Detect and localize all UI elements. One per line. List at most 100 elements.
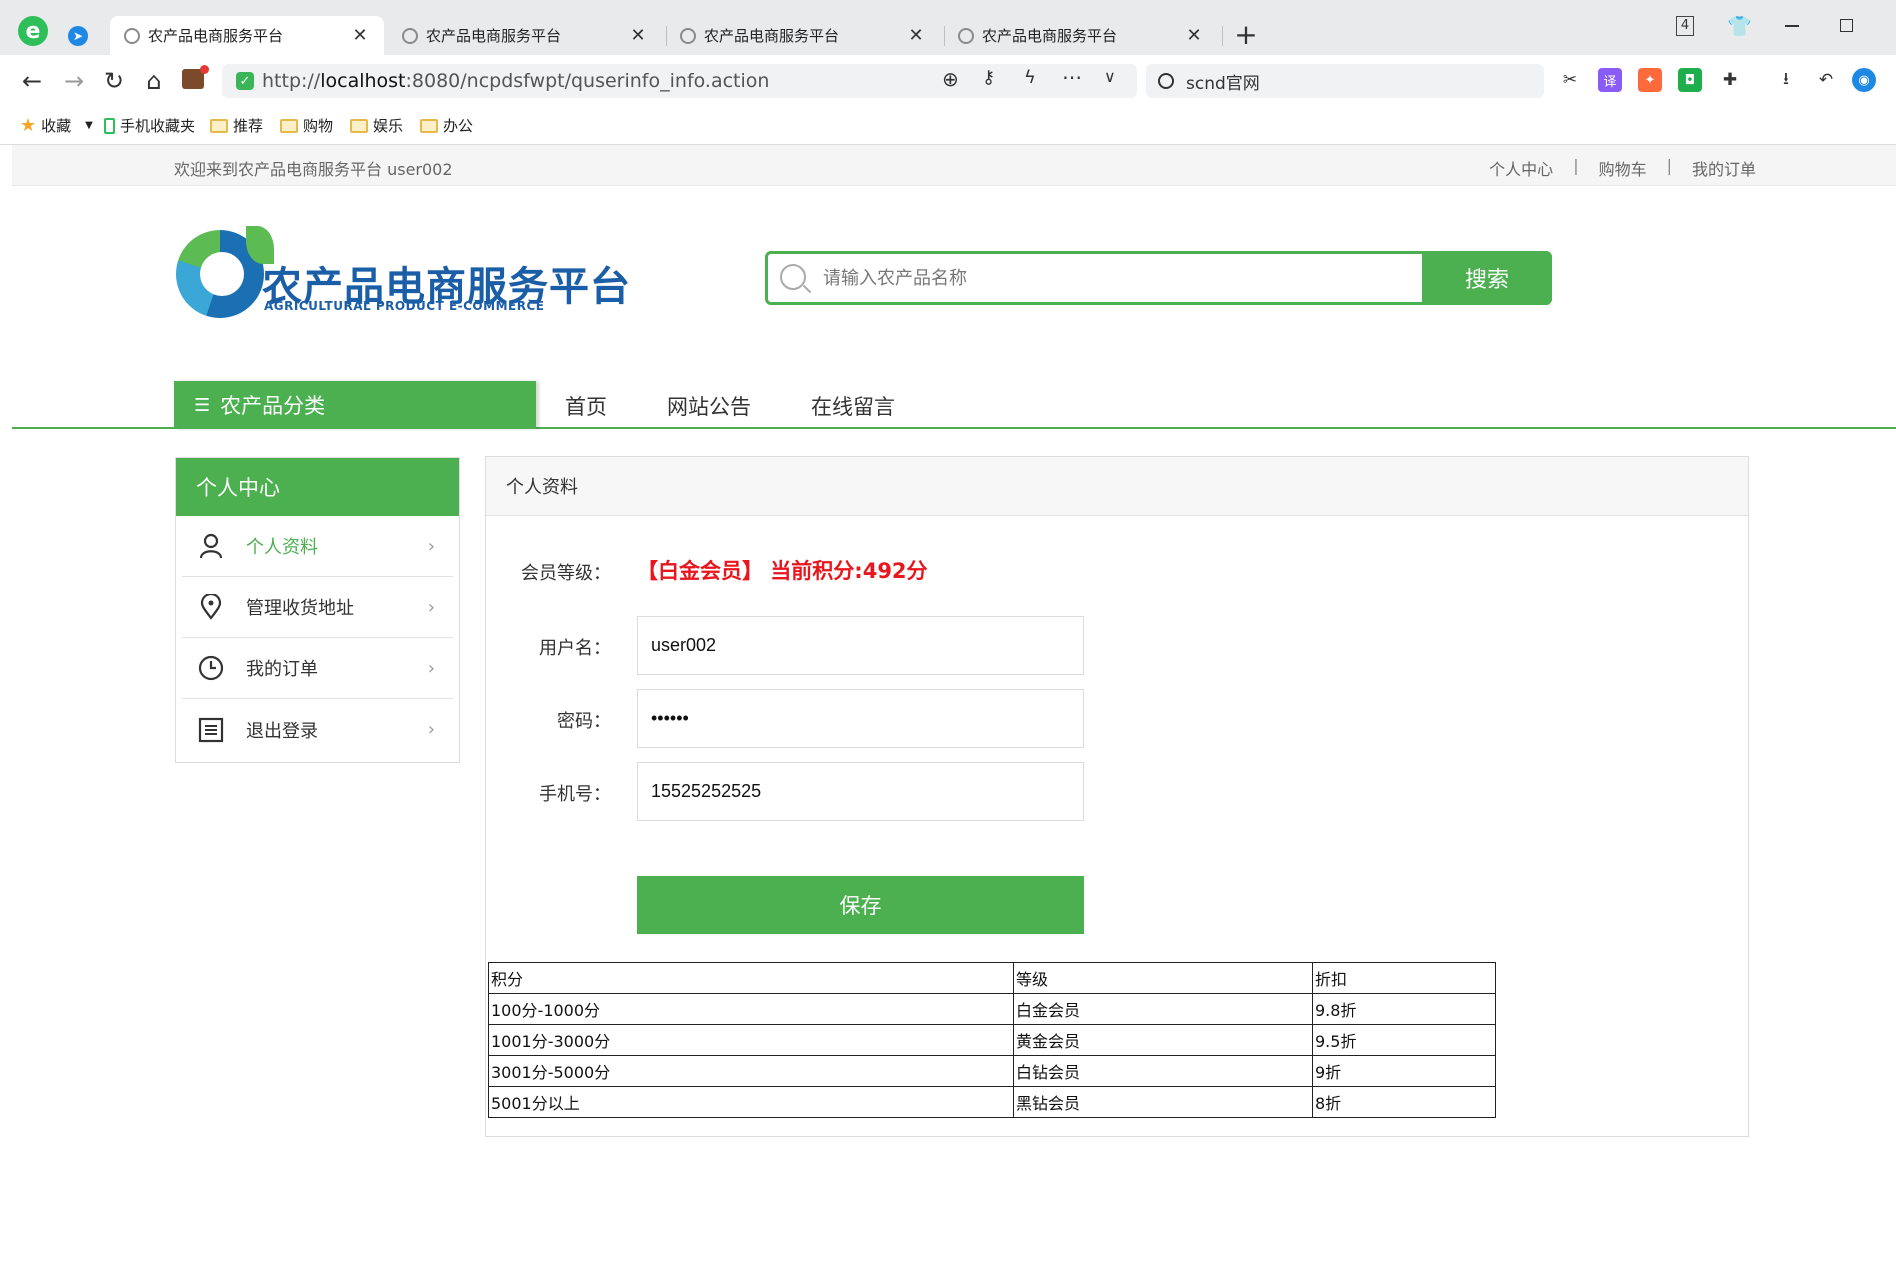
main-nav: ☰ 农产品分类 首页 网站公告 在线留言 — [12, 381, 1896, 429]
url-host: localhost — [320, 70, 406, 92]
category-menu-label: 农产品分类 — [220, 394, 326, 418]
new-tab-button[interactable]: + — [1232, 18, 1260, 51]
save-button[interactable]: 保存 — [637, 876, 1084, 934]
sidebar-item-profile[interactable]: 个人资料 › — [182, 516, 453, 577]
tab-title: 农产品电商服务平台 — [426, 27, 562, 45]
phone-field[interactable] — [637, 762, 1084, 821]
download-icon[interactable]: ⭳ — [1774, 68, 1798, 92]
send-icon[interactable]: ➤ — [68, 26, 88, 46]
sidebar-item-orders[interactable]: 我的订单 › — [182, 638, 453, 699]
browser-toolbar: ← → ↻ ⌂ ✓ http://localhost:8080/ncpdsfwp… — [0, 55, 1896, 107]
scissors-icon[interactable]: ✂ — [1558, 68, 1582, 92]
bookmark-folder[interactable]: 办公 — [420, 115, 473, 136]
table-cell: 3001分-5000分 — [488, 1055, 1014, 1087]
maximize-icon[interactable] — [1840, 19, 1853, 32]
sidebar-item-label: 管理收货地址 — [246, 598, 354, 619]
reload-icon[interactable]: ↻ — [100, 67, 128, 95]
sidebar-item-label: 个人资料 — [246, 537, 318, 558]
undo-icon[interactable]: ↶ — [1814, 68, 1838, 92]
search-icon — [1158, 73, 1174, 89]
star-icon: ★ — [20, 115, 37, 136]
browser-tab[interactable]: 农产品电商服务平台 ✕ — [388, 16, 662, 55]
table-cell: 5001分以上 — [488, 1086, 1014, 1118]
username-label: 用户名： — [539, 638, 611, 659]
nav-link-home[interactable]: 首页 — [565, 391, 607, 421]
bookmark-label: 娱乐 — [373, 117, 404, 135]
close-icon[interactable]: ✕ — [1184, 25, 1204, 46]
caret-down-icon[interactable]: ▼ — [85, 120, 93, 131]
url-bar[interactable]: ✓ http://localhost:8080/ncpdsfwpt/quseri… — [222, 64, 1137, 98]
account-icon[interactable]: ◉ — [1852, 68, 1876, 92]
globe-icon — [402, 27, 418, 44]
table-header-row: 积分 等级 折扣 — [488, 962, 1496, 994]
notification-dot — [200, 65, 209, 74]
url-prefix: http:// — [262, 70, 321, 92]
shield-icon: ✓ — [236, 72, 254, 90]
site-top-strip: 欢迎来到农产品电商服务平台 user002 个人中心 | 购物车 | 我的订单 — [12, 145, 1896, 186]
sidebar-item-label: 退出登录 — [246, 720, 318, 742]
bookmark-folder[interactable]: 推荐 — [210, 115, 263, 136]
close-icon[interactable]: ✕ — [906, 25, 926, 46]
lightning-icon[interactable]: ϟ — [1024, 67, 1036, 88]
search-button[interactable]: 搜索 — [1422, 251, 1552, 305]
folder-icon — [420, 118, 438, 133]
bookmarks-bar: ★ 收藏 ▼ 手机收藏夹 推荐 购物 娱乐 办公 — [0, 107, 1896, 145]
minimize-icon[interactable] — [1785, 25, 1799, 27]
chevron-right-icon: › — [427, 535, 435, 557]
browser-logo-icon[interactable]: e — [18, 16, 48, 46]
table-cell: 9.5折 — [1312, 1024, 1496, 1056]
wechat-icon[interactable]: ◘ — [1678, 68, 1702, 92]
browser-tab-bar: e ➤ 农产品电商服务平台 ✕ 农产品电商服务平台 ✕ 农产品电商服务平台 ✕ … — [0, 0, 1896, 55]
browser-tab[interactable]: 农产品电商服务平台 ✕ — [944, 16, 1218, 55]
sidebar-item-logout[interactable]: 退出登录 › — [182, 699, 453, 760]
chevron-down-icon[interactable]: ∨ — [1104, 67, 1116, 86]
password-field[interactable] — [637, 689, 1084, 748]
table-header-cell: 积分 — [488, 962, 1014, 994]
bookmark-label: 购物 — [303, 117, 334, 135]
category-menu-button[interactable]: ☰ 农产品分类 — [174, 381, 536, 429]
tab-count-badge[interactable]: 4 — [1676, 16, 1694, 36]
link-user-center[interactable]: 个人中心 — [1489, 156, 1553, 180]
site-logo[interactable]: 农产品电商服务平台 AGRICULTURAL PRODUCT E-COMMERC… — [176, 226, 636, 326]
member-level-value: 【白金会员】 当前积分:492分 — [637, 559, 928, 583]
product-search-input[interactable] — [823, 262, 1423, 294]
key-icon[interactable]: ⚷ — [982, 67, 995, 88]
back-icon[interactable]: ← — [18, 67, 46, 95]
nav-link-notices[interactable]: 网站公告 — [667, 391, 751, 421]
bookmark-folder[interactable]: 娱乐 — [350, 115, 403, 136]
points-level-table: 积分 等级 折扣 100分-1000分 白金会员 9.8折 1001分-3000… — [488, 962, 1496, 1118]
shirt-icon[interactable]: 👕 — [1727, 14, 1752, 38]
table-cell: 黑钻会员 — [1013, 1086, 1313, 1118]
table-cell: 白钻会员 — [1013, 1055, 1313, 1087]
close-icon[interactable]: ✕ — [350, 25, 370, 46]
bookmark-mobile[interactable]: 手机收藏夹 — [104, 115, 195, 136]
user-icon — [198, 533, 224, 559]
link-cart[interactable]: 购物车 — [1599, 156, 1647, 180]
bookmark-folder[interactable]: 购物 — [280, 115, 333, 136]
sidebar-item-label: 我的订单 — [246, 659, 318, 680]
sidebar-item-address[interactable]: 管理收货地址 › — [182, 577, 453, 638]
bookmark-label: 收藏 — [41, 117, 72, 135]
game-icon[interactable]: ✦ — [1638, 68, 1662, 92]
puzzle-icon[interactable]: ✚ — [1718, 68, 1742, 92]
table-cell: 9.8折 — [1312, 993, 1496, 1025]
zoom-icon[interactable]: ⊕ — [942, 67, 959, 91]
close-icon[interactable]: ✕ — [628, 25, 648, 46]
forward-icon[interactable]: → — [60, 67, 88, 95]
folder-icon — [210, 118, 228, 133]
more-icon[interactable]: ⋯ — [1062, 65, 1082, 89]
home-icon[interactable]: ⌂ — [140, 67, 168, 95]
bookmark-favorites[interactable]: ★ 收藏 ▼ — [20, 115, 93, 136]
table-row: 1001分-3000分 黄金会员 9.5折 — [488, 1024, 1496, 1056]
nav-link-messages[interactable]: 在线留言 — [811, 391, 895, 421]
link-my-orders[interactable]: 我的订单 — [1692, 156, 1756, 180]
browser-search-box[interactable]: scnd官网 — [1146, 64, 1544, 98]
search-icon — [780, 264, 806, 290]
browser-tab[interactable]: 农产品电商服务平台 ✕ — [110, 16, 384, 55]
bookmark-label: 推荐 — [233, 117, 264, 135]
browser-tab[interactable]: 农产品电商服务平台 ✕ — [666, 16, 940, 55]
translate-icon[interactable]: 译 — [1598, 68, 1622, 92]
chevron-right-icon: › — [427, 657, 435, 679]
username-field[interactable] — [637, 616, 1084, 675]
folder-icon — [350, 118, 368, 133]
